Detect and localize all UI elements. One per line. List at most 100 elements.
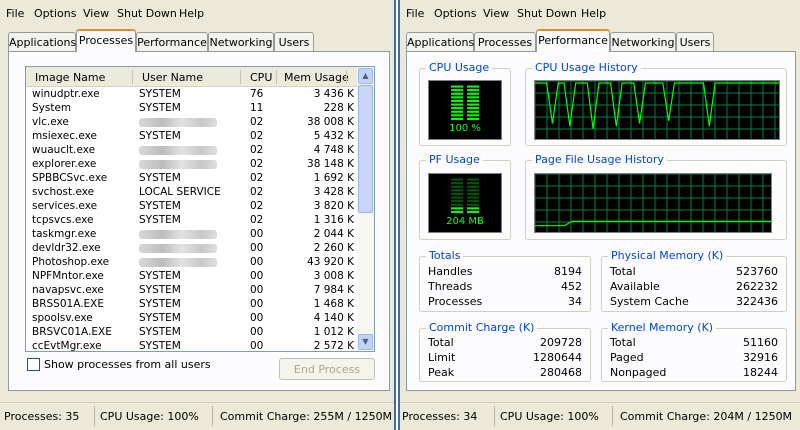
table-row[interactable]: BRSS01A.EXE SYSTEM 00 1 468 K xyxy=(26,298,358,312)
column-user-name[interactable]: User Name xyxy=(142,71,203,84)
column-cpu[interactable]: CPU xyxy=(250,71,272,84)
pf-meter-segment xyxy=(451,185,463,188)
process-name: services.exe xyxy=(32,200,98,212)
tab-processes[interactable]: Processes xyxy=(76,29,136,52)
pf-meter-segment xyxy=(467,200,479,203)
scroll-thumb[interactable] xyxy=(358,85,373,213)
cpu-meter-segment xyxy=(451,110,463,113)
status-cpu-usage: CPU Usage: 100% xyxy=(100,410,199,423)
scroll-up-arrow-icon[interactable]: ▲ xyxy=(358,68,373,84)
table-row[interactable]: tcpsvcs.exe SYSTEM 02 1 316 K xyxy=(26,214,358,228)
column-image-name[interactable]: Image Name xyxy=(35,71,105,84)
performance-panel: CPU Usage 100 % CPU Usage History PF Usa… xyxy=(406,51,796,391)
table-row[interactable]: spoolsv.exe SYSTEM 00 4 140 K xyxy=(26,312,358,326)
process-mem: 1 316 K xyxy=(313,214,354,226)
process-name: navapsvc.exe xyxy=(32,284,104,296)
process-mem: 43 920 K xyxy=(307,256,354,268)
menu-bar: File Options View Shut Down Help xyxy=(0,2,394,24)
table-row[interactable]: SPBBCSvc.exe SYSTEM 02 1 692 K xyxy=(26,172,358,186)
pf-meter-segment xyxy=(451,207,463,210)
menu-bar: File Options View Shut Down Help xyxy=(400,2,800,24)
process-cpu: 02 xyxy=(250,116,264,128)
end-process-button[interactable]: End Process xyxy=(279,358,375,380)
table-row[interactable]: BRSVC01A.EXE SYSTEM 00 1 012 K xyxy=(26,326,358,340)
scroll-down-arrow-icon[interactable]: ▼ xyxy=(358,334,373,350)
table-row[interactable]: explorer.exe 02 38 148 K xyxy=(26,158,358,172)
tab-performance[interactable]: Performance xyxy=(536,29,610,52)
tab-networking[interactable]: Networking xyxy=(610,32,676,52)
cpu-meter-segment xyxy=(467,85,479,88)
pf-meter-segment xyxy=(451,196,463,199)
pf-meter-segment xyxy=(451,189,463,192)
tab-applications[interactable]: Applications xyxy=(8,32,76,52)
totals-handles-label: Handles xyxy=(428,265,473,278)
process-user: SYSTEM xyxy=(139,88,181,100)
table-row[interactable]: msiexec.exe SYSTEM 02 5 432 K xyxy=(26,130,358,144)
table-row[interactable]: System SYSTEM 11 228 K xyxy=(26,102,358,116)
menu-shut-down[interactable]: Shut Down xyxy=(517,7,577,20)
process-cpu: 02 xyxy=(250,214,264,226)
tab-users[interactable]: Users xyxy=(274,32,314,52)
physical-total-label: Total xyxy=(610,265,636,278)
table-row[interactable]: svchost.exe LOCAL SERVICE 02 3 428 K xyxy=(26,186,358,200)
process-list[interactable]: Image Name User Name CPU Mem Usage winud… xyxy=(25,66,375,352)
totals-threads-value: 452 xyxy=(561,280,582,293)
kernel-total-value: 51160 xyxy=(743,336,778,349)
process-cpu: 11 xyxy=(250,102,264,114)
show-all-users-label: Show processes from all users xyxy=(44,358,211,371)
kernel-nonpaged-value: 18244 xyxy=(743,366,778,379)
menu-file[interactable]: File xyxy=(406,7,424,20)
status-processes: Processes: 35 xyxy=(4,410,80,423)
process-name: tcpsvcs.exe xyxy=(32,214,94,226)
physical-system-cache-value: 322436 xyxy=(736,295,778,308)
tab-networking[interactable]: Networking xyxy=(208,32,274,52)
process-mem: 1 468 K xyxy=(313,298,354,310)
pf-usage-group: PF Usage 204 MB xyxy=(419,153,511,240)
process-mem: 1 012 K xyxy=(313,326,354,338)
process-user: SYSTEM xyxy=(139,284,181,296)
pf-meter-segment xyxy=(451,210,463,213)
menu-view[interactable]: View xyxy=(483,7,509,20)
table-row[interactable]: taskmgr.exe 00 2 044 K xyxy=(26,228,358,242)
physical-memory-group: Physical Memory (K) Total 523760 Availabl… xyxy=(601,249,787,312)
menu-options[interactable]: Options xyxy=(434,7,476,20)
show-all-users-checkbox[interactable] xyxy=(27,358,40,371)
table-row[interactable]: services.exe SYSTEM 02 3 820 K xyxy=(26,200,358,214)
menu-shut-down[interactable]: Shut Down xyxy=(117,7,177,20)
process-name: System xyxy=(32,102,72,114)
status-processes: Processes: 34 xyxy=(402,410,478,423)
task-manager-performance-window: File Options View Shut Down Help Applica… xyxy=(398,0,800,430)
process-mem: 228 K xyxy=(323,102,354,114)
process-name: BRSVC01A.EXE xyxy=(32,326,112,338)
tab-processes[interactable]: Processes xyxy=(474,32,536,52)
process-user: LOCAL SERVICE xyxy=(139,186,221,198)
cpu-meter-segment xyxy=(451,103,463,106)
tab-users[interactable]: Users xyxy=(676,32,714,52)
column-mem-usage[interactable]: Mem Usage xyxy=(284,71,349,84)
table-row[interactable]: vlc.exe 02 38 008 K xyxy=(26,116,358,130)
table-row[interactable]: winudptr.exe SYSTEM 76 3 436 K xyxy=(26,88,358,102)
table-row[interactable]: devldr32.exe 00 2 260 K xyxy=(26,242,358,256)
menu-options[interactable]: Options xyxy=(34,7,76,20)
table-row[interactable]: navapsvc.exe SYSTEM 00 7 984 K xyxy=(26,284,358,298)
table-row[interactable]: NPFMntor.exe SYSTEM 00 3 008 K xyxy=(26,270,358,284)
menu-help[interactable]: Help xyxy=(581,7,606,20)
table-row[interactable]: ccEvtMgr.exe SYSTEM 00 2 572 K xyxy=(26,340,358,352)
cpu-history-chart xyxy=(535,81,779,139)
table-row[interactable]: wuauclt.exe 02 4 748 K xyxy=(26,144,358,158)
tab-performance[interactable]: Performance xyxy=(136,32,208,52)
tab-applications[interactable]: Applications xyxy=(406,32,474,52)
redacted-user-name xyxy=(139,118,217,127)
pf-history-group: Page File Usage History xyxy=(525,153,787,240)
menu-help[interactable]: Help xyxy=(179,7,204,20)
kernel-paged-value: 32916 xyxy=(743,351,778,364)
table-row[interactable]: Photoshop.exe 00 43 920 K xyxy=(26,256,358,270)
pf-usage-meter: 204 MB xyxy=(428,173,502,233)
pf-meter-segment xyxy=(467,178,479,181)
pf-meter-segment xyxy=(467,210,479,213)
menu-file[interactable]: File xyxy=(6,7,24,20)
process-cpu: 00 xyxy=(250,340,264,352)
process-list-scrollbar[interactable]: ▲ ▼ xyxy=(357,67,374,351)
pf-usage-value: 204 MB xyxy=(446,216,484,227)
menu-view[interactable]: View xyxy=(83,7,109,20)
